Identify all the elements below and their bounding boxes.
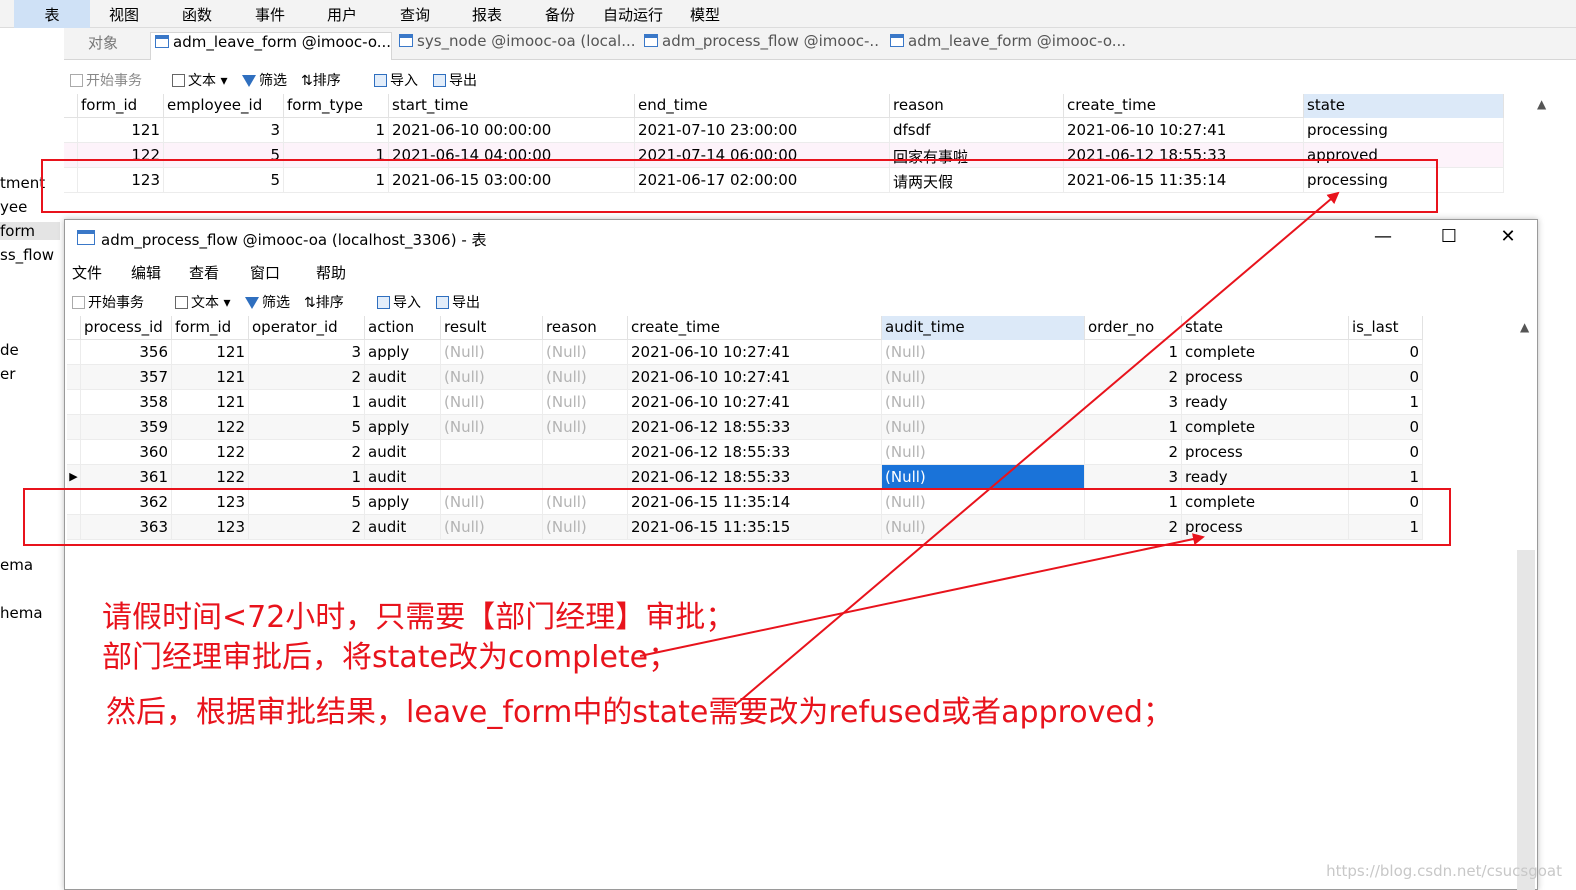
app-root: 表 视图 函数 事件 用户 查询 报表 备份 自动运行 模型 tment yee…: [0, 0, 1576, 890]
arrow-to-leave-state: [733, 191, 1340, 707]
annotation-text-1: 请假时间<72小时，只需要【部门经理】审批；: [102, 600, 736, 635]
annotation-text-3: 然后，根据审批结果，leave_form中的state需要改为refused或者…: [106, 695, 1173, 730]
watermark: https://blog.csdn.net/csucsgoat: [1326, 862, 1562, 880]
annotation-text-2: 部门经理审批后，将state改为complete；: [102, 640, 679, 675]
annotation-arrows: [639, 191, 1340, 707]
